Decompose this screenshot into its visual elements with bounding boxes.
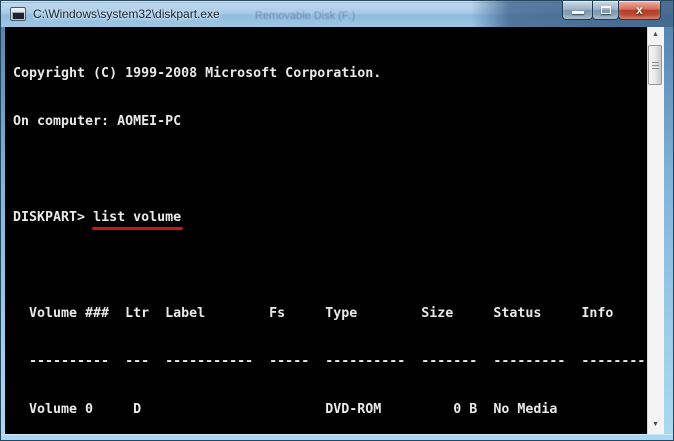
background-window-ghost-text: Removable Disk (F:) <box>255 10 355 22</box>
frame-highlight <box>1 434 673 435</box>
window-title: C:\Windows\system32\diskpart.exe <box>33 7 220 21</box>
close-button[interactable]: x <box>618 1 661 20</box>
scrollbar-thumb[interactable] <box>648 45 662 85</box>
close-icon: x <box>619 3 660 17</box>
command-list-volume: list volume <box>93 210 181 225</box>
scrollbar-grip <box>652 62 659 70</box>
maximize-button[interactable] <box>592 1 619 20</box>
volume-table-header: Volume ### Ltr Label Fs Type Size Status… <box>13 306 647 322</box>
diskpart-window: Removable Disk (F:) C:\Windows\system32\… <box>0 0 674 441</box>
terminal-output[interactable]: Copyright (C) 1999-2008 Microsoft Corpor… <box>5 27 647 434</box>
copyright-line: Copyright (C) 1999-2008 Microsoft Corpor… <box>13 66 647 82</box>
maximize-icon <box>601 6 611 14</box>
scroll-up-icon[interactable]: ▲ <box>647 27 664 43</box>
title-bar[interactable]: Removable Disk (F:) C:\Windows\system32\… <box>1 1 673 27</box>
table-row-volume-0: Volume 0 D DVD-ROM 0 B No Media <box>13 402 647 418</box>
minimize-icon <box>572 11 584 14</box>
scroll-down-icon[interactable]: ▼ <box>647 417 664 433</box>
vertical-scrollbar[interactable]: ▲ ▼ <box>647 27 664 434</box>
console-icon[interactable] <box>10 7 26 21</box>
command-line-list: DISKPART> list volume <box>13 210 647 226</box>
computer-line: On computer: AOMEI-PC <box>13 114 647 130</box>
window-controls: x <box>563 1 661 20</box>
prompt-label: DISKPART> <box>13 210 93 225</box>
volume-table-divider: ---------- --- ----------- ----- -------… <box>13 354 647 370</box>
minimize-button[interactable] <box>562 1 593 20</box>
